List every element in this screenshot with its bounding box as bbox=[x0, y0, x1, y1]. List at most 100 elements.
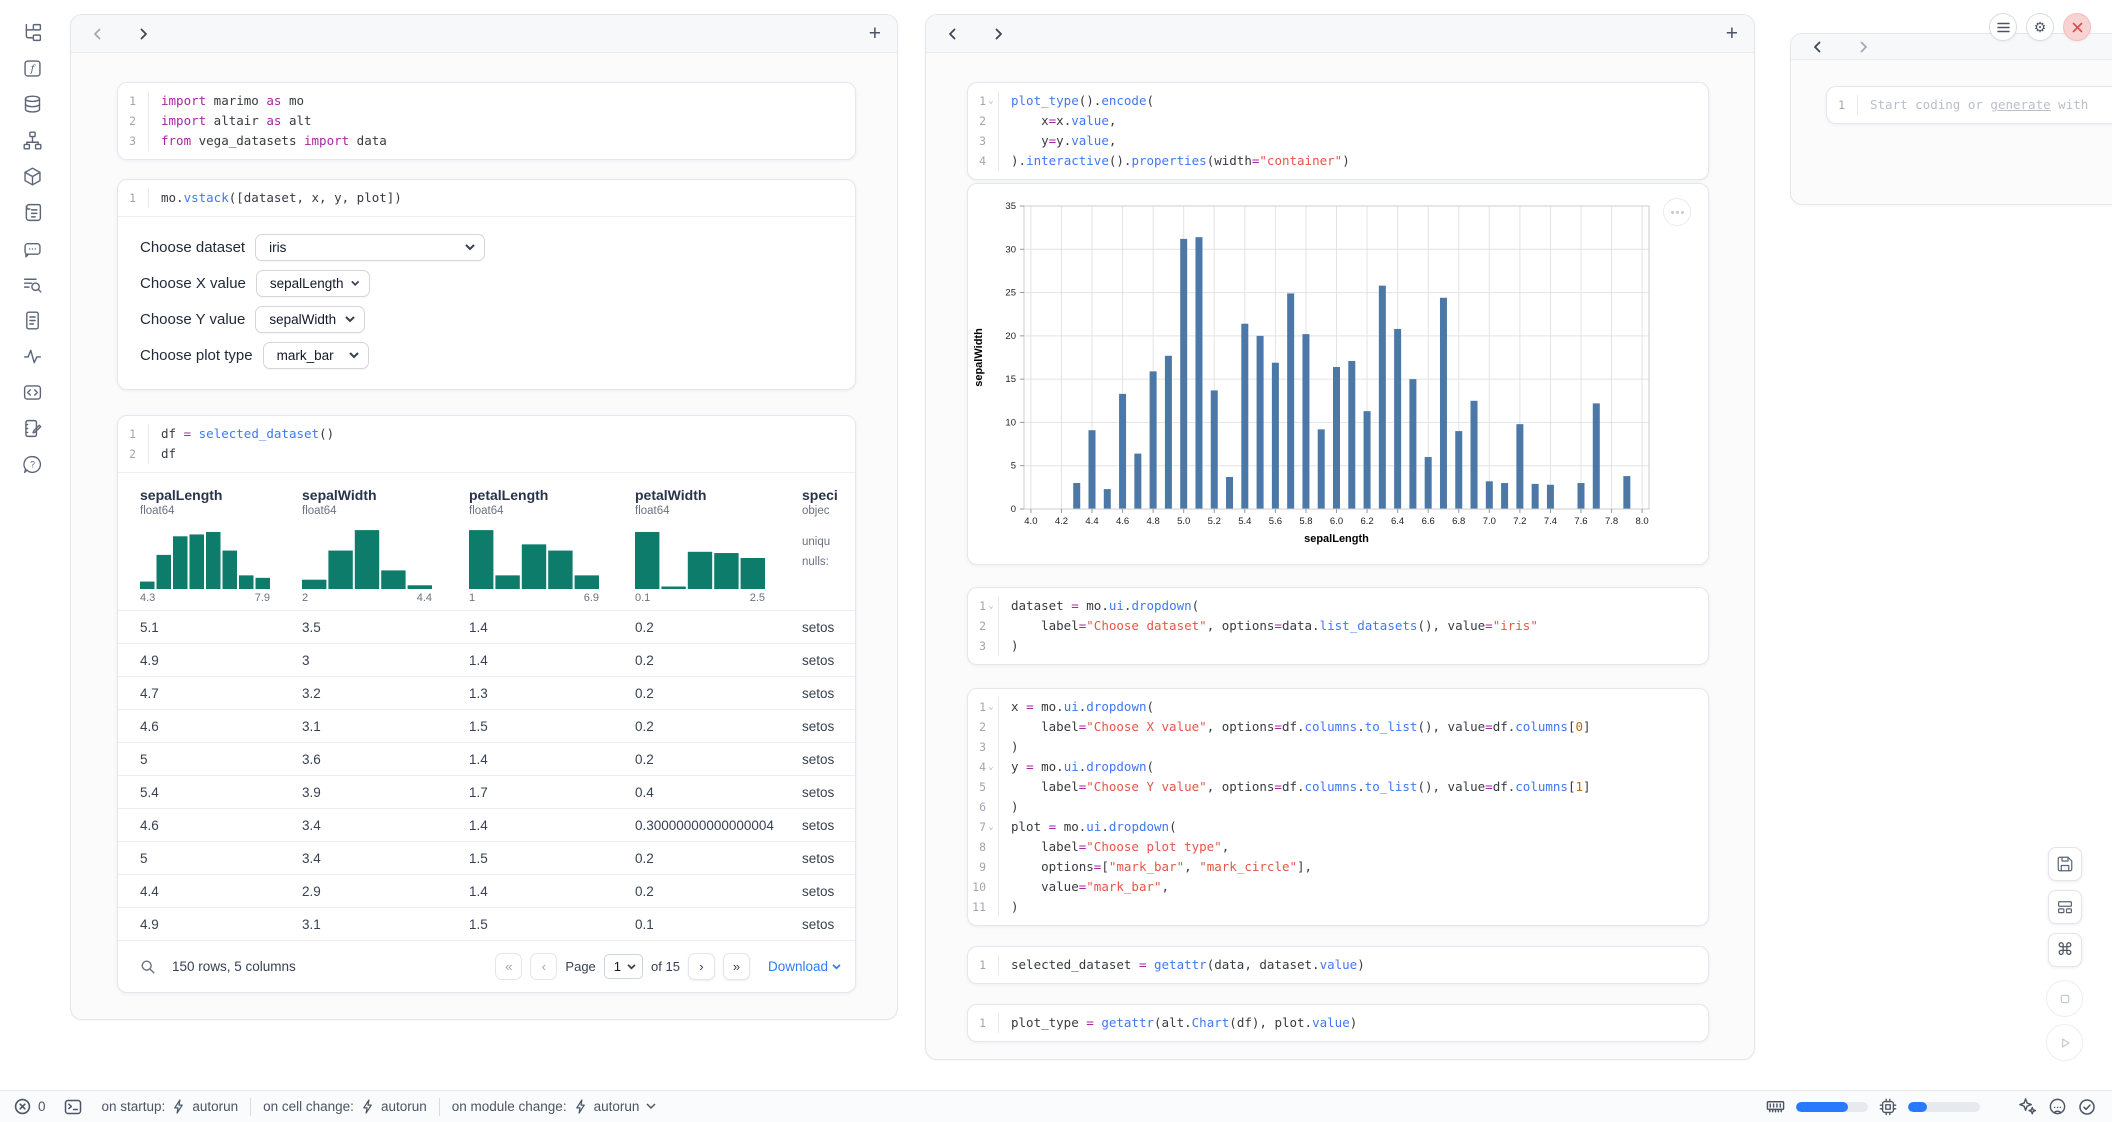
collapse-right-icon[interactable] bbox=[133, 24, 153, 44]
code-line[interactable]: 8 label="Choose plot type", bbox=[968, 837, 1708, 857]
bar[interactable] bbox=[1364, 411, 1371, 509]
code-line[interactable]: 1df = selected_dataset() bbox=[118, 424, 855, 444]
dropdown-choose-x-value[interactable]: sepalLength bbox=[256, 270, 370, 297]
page-select[interactable]: 1 bbox=[604, 954, 643, 979]
table-row[interactable]: 4.931.40.2setos bbox=[118, 643, 855, 676]
table-row[interactable]: 4.93.11.50.1setos bbox=[118, 907, 855, 940]
first-page-button[interactable]: « bbox=[495, 953, 522, 980]
code-line[interactable]: 5 label="Choose Y value", options=df.col… bbox=[968, 777, 1708, 797]
chart-options-button[interactable] bbox=[1663, 198, 1691, 226]
bar[interactable] bbox=[1287, 293, 1294, 509]
stop-button[interactable] bbox=[2046, 980, 2083, 1017]
code-line[interactable]: 7⌄plot = mo.ui.dropdown( bbox=[968, 817, 1708, 837]
scroll-icon[interactable] bbox=[22, 202, 43, 223]
bar[interactable] bbox=[1302, 334, 1309, 509]
code-line[interactable]: 1selected_dataset = getattr(data, datase… bbox=[968, 955, 1708, 975]
code-line[interactable]: 1⌄dataset = mo.ui.dropdown( bbox=[968, 596, 1708, 616]
code-line[interactable]: 4⌄y = mo.ui.dropdown( bbox=[968, 757, 1708, 777]
run-all-button[interactable] bbox=[2046, 1024, 2083, 1061]
bar[interactable] bbox=[1150, 371, 1157, 509]
bar[interactable] bbox=[1532, 484, 1539, 509]
code-cell-plot-type[interactable]: 1plot_type = getattr(alt.Chart(df), plot… bbox=[967, 1004, 1709, 1042]
settings-button[interactable]: ⚙ bbox=[2026, 13, 2054, 41]
empty-code-cell[interactable]: 1Start coding or generate with bbox=[1826, 86, 2112, 124]
code-line[interactable]: 2import altair as alt bbox=[118, 111, 855, 131]
bar[interactable] bbox=[1471, 401, 1478, 509]
bar[interactable] bbox=[1455, 431, 1462, 509]
next-page-button[interactable]: › bbox=[688, 953, 715, 980]
bar[interactable] bbox=[1134, 454, 1141, 509]
bar[interactable] bbox=[1257, 336, 1264, 509]
runtime-config-3[interactable]: on module change:autorun bbox=[452, 1099, 657, 1114]
code-line[interactable]: 3) bbox=[968, 636, 1708, 656]
collapse-right-icon[interactable] bbox=[988, 24, 1008, 44]
bar[interactable] bbox=[1486, 481, 1493, 509]
function-square-icon[interactable]: f bbox=[22, 58, 43, 79]
save-button[interactable] bbox=[2048, 847, 2082, 881]
download-button[interactable]: Download bbox=[768, 959, 841, 974]
bar[interactable] bbox=[1180, 239, 1187, 509]
scratchpad-icon[interactable] bbox=[22, 418, 43, 439]
chat-bot-icon[interactable] bbox=[22, 238, 43, 259]
file-tree-icon[interactable] bbox=[22, 22, 43, 43]
dropdown-choose-dataset[interactable]: iris bbox=[255, 234, 485, 261]
code-line[interactable]: 6) bbox=[968, 797, 1708, 817]
code-snippet-icon[interactable] bbox=[22, 382, 43, 403]
code-cell-df[interactable]: 1df = selected_dataset()2df sepalLengthf… bbox=[117, 415, 856, 993]
code-cell-plot[interactable]: 1⌄plot_type().encode(2 x=x.value,3 y=y.v… bbox=[967, 82, 1709, 180]
bar[interactable] bbox=[1318, 429, 1325, 509]
code-line[interactable]: 3 y=y.value, bbox=[968, 131, 1708, 151]
column-header-petalLength[interactable]: petalLengthfloat6416.9 bbox=[469, 487, 635, 604]
bar[interactable] bbox=[1333, 367, 1340, 509]
table-row[interactable]: 4.73.21.30.2setos bbox=[118, 676, 855, 709]
code-line[interactable]: 10 value="mark_bar", bbox=[968, 877, 1708, 897]
code-line[interactable]: 2 label="Choose dataset", options=data.l… bbox=[968, 616, 1708, 636]
code-line[interactable]: 3) bbox=[968, 737, 1708, 757]
code-cell-vstack[interactable]: 1mo.vstack([dataset, x, y, plot]) Choose… bbox=[117, 179, 856, 390]
code-cell-selected-dataset[interactable]: 1selected_dataset = getattr(data, datase… bbox=[967, 946, 1709, 984]
dropdown-choose-y-value[interactable]: sepalWidth bbox=[255, 306, 365, 333]
bar[interactable] bbox=[1394, 329, 1401, 509]
column-header-sepalLength[interactable]: sepalLengthfloat644.37.9 bbox=[140, 487, 302, 604]
bar[interactable] bbox=[1195, 237, 1202, 509]
column-header-petalWidth[interactable]: petalWidthfloat640.12.5 bbox=[635, 487, 802, 604]
bar[interactable] bbox=[1379, 286, 1386, 509]
table-row[interactable]: 53.41.50.2setos bbox=[118, 841, 855, 874]
document-icon[interactable] bbox=[22, 310, 43, 331]
layout-button[interactable] bbox=[2048, 890, 2082, 924]
package-cube-icon[interactable] bbox=[22, 166, 43, 187]
code-line[interactable]: 1⌄x = mo.ui.dropdown( bbox=[968, 697, 1708, 717]
code-line[interactable]: 11) bbox=[968, 897, 1708, 917]
bar[interactable] bbox=[1425, 457, 1432, 509]
dropdown-choose-plot-type[interactable]: mark_bar bbox=[263, 342, 369, 369]
menu-button[interactable] bbox=[1989, 13, 2017, 41]
bar[interactable] bbox=[1089, 430, 1096, 509]
bar[interactable] bbox=[1104, 489, 1111, 509]
table-row[interactable]: 4.63.11.50.2setos bbox=[118, 709, 855, 742]
column-header-speci[interactable]: speciobjecuniqunulls: bbox=[802, 487, 856, 604]
bar[interactable] bbox=[1593, 403, 1600, 509]
bar[interactable] bbox=[1547, 485, 1554, 509]
collapse-left-icon[interactable] bbox=[942, 24, 962, 44]
bar[interactable] bbox=[1348, 361, 1355, 509]
code-line[interactable]: 4).interactive().properties(width="conta… bbox=[968, 151, 1708, 171]
table-row[interactable]: 4.42.91.40.2setos bbox=[118, 874, 855, 907]
bar[interactable] bbox=[1501, 483, 1508, 509]
bar[interactable] bbox=[1073, 483, 1080, 509]
search-icon[interactable] bbox=[140, 959, 156, 975]
code-line[interactable]: 3from vega_datasets import data bbox=[118, 131, 855, 151]
code-line[interactable]: 9 options=["mark_bar", "mark_circle"], bbox=[968, 857, 1708, 877]
last-page-button[interactable]: » bbox=[723, 953, 750, 980]
bar[interactable] bbox=[1409, 379, 1416, 509]
code-line[interactable]: 2 x=x.value, bbox=[968, 111, 1708, 131]
add-column-button[interactable]: + bbox=[1726, 23, 1738, 44]
add-column-button[interactable]: + bbox=[869, 23, 881, 44]
help-icon[interactable]: ? bbox=[22, 454, 43, 475]
bar[interactable] bbox=[1226, 477, 1233, 509]
code-cell-xyplot[interactable]: 1⌄x = mo.ui.dropdown(2 label="Choose X v… bbox=[967, 688, 1709, 926]
code-line[interactable]: 1Start coding or generate with bbox=[1827, 95, 2112, 115]
bar[interactable] bbox=[1241, 324, 1248, 509]
code-line[interactable]: 1⌄plot_type().encode( bbox=[968, 91, 1708, 111]
runtime-config-2[interactable]: on cell change:autorun bbox=[263, 1099, 427, 1114]
database-icon[interactable] bbox=[22, 94, 43, 115]
